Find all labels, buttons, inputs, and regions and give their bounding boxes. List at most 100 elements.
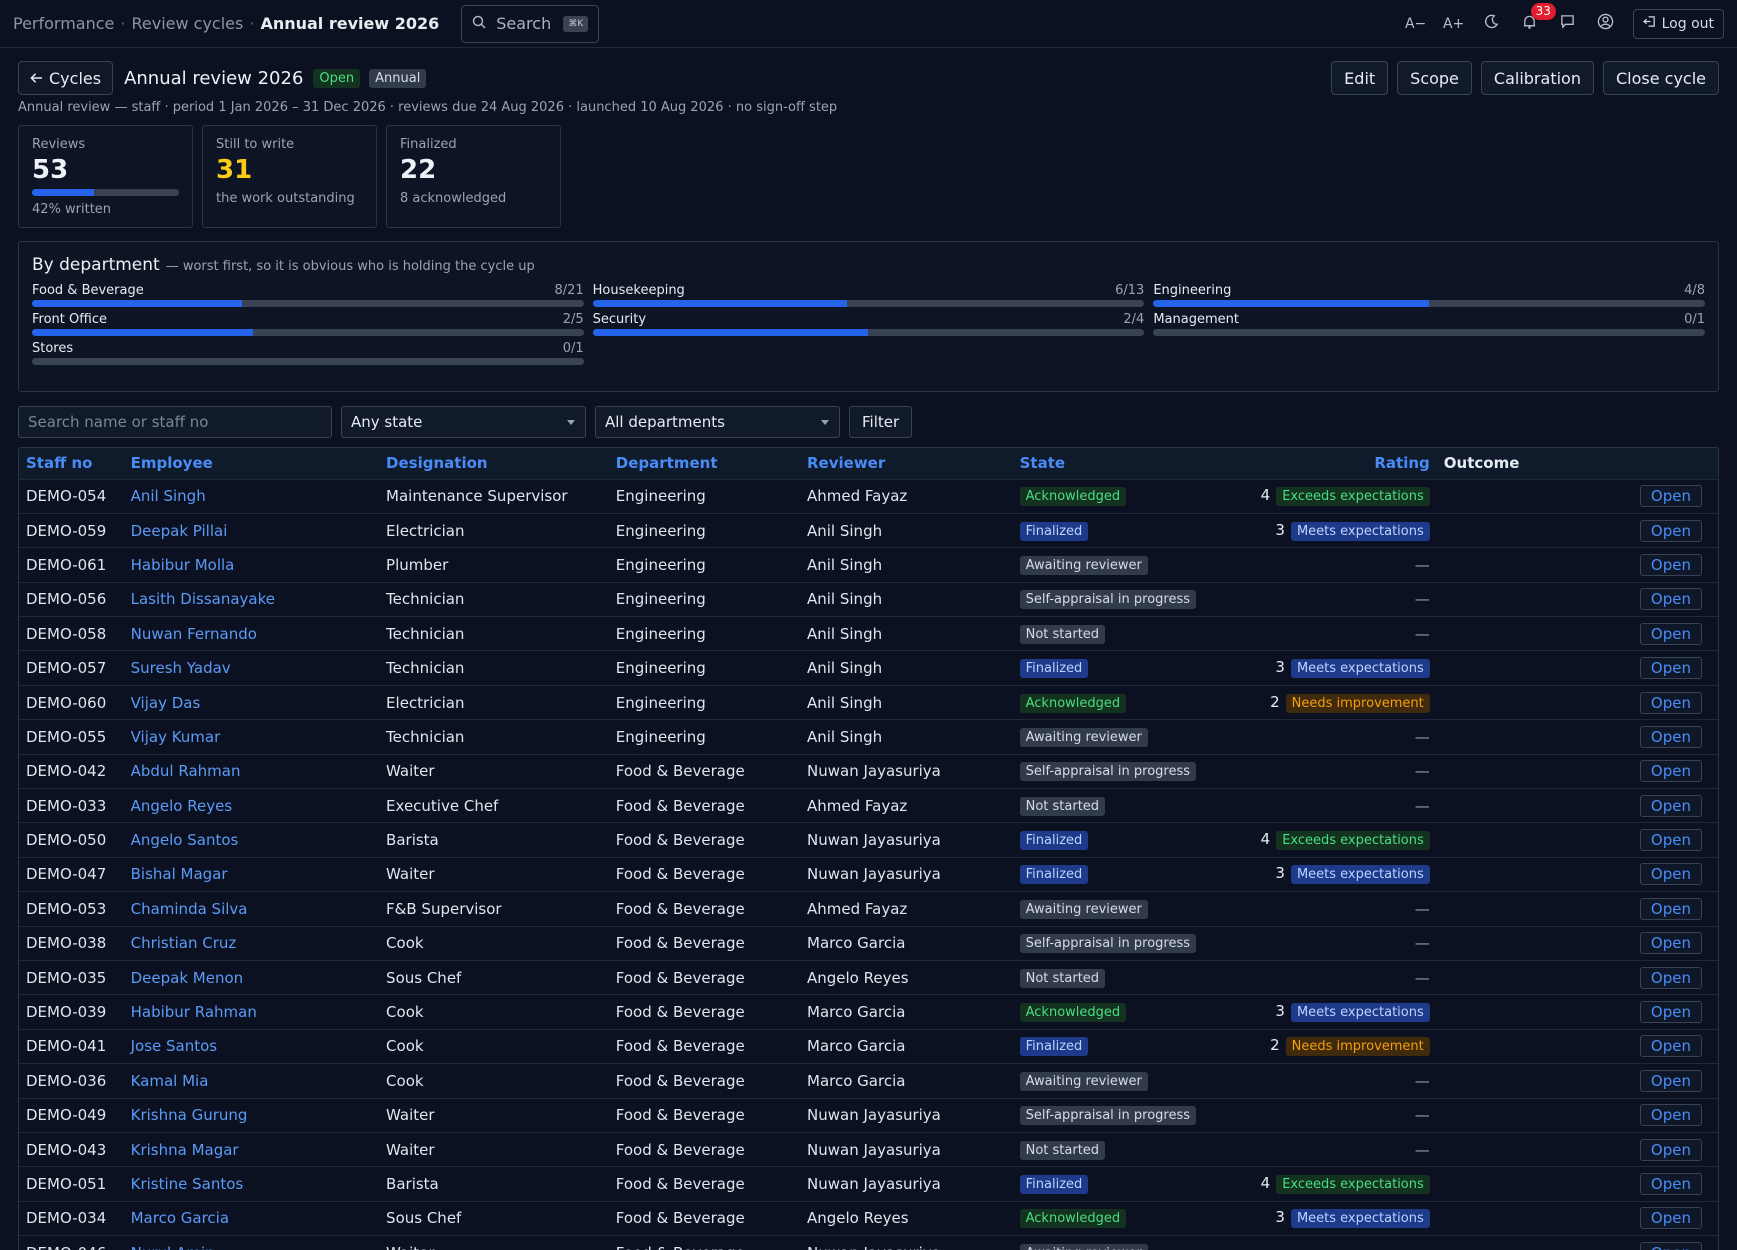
open-review-button[interactable]: Open <box>1639 588 1702 611</box>
cell-department: Food & Beverage <box>615 1037 745 1056</box>
cell-department: Food & Beverage <box>615 1175 745 1193</box>
cell-employee-link[interactable]: Krishna Gurung <box>124 1098 379 1132</box>
cell-employee-link[interactable]: Kamal Mia <box>124 1064 379 1098</box>
cell-employee-link[interactable]: Lasith Dissanayake <box>124 582 379 616</box>
open-review-button[interactable]: Open <box>1639 691 1702 714</box>
state-select[interactable]: Any state <box>341 406 586 438</box>
column-header-state[interactable]: State <box>1013 448 1224 479</box>
cell-employee-link[interactable]: Deepak Menon <box>124 960 379 994</box>
open-review-button[interactable]: Open <box>1639 485 1702 508</box>
open-review-button[interactable]: Open <box>1639 794 1702 817</box>
department-row: Stores 0/1 <box>32 341 584 356</box>
cell-employee-link[interactable]: Kristine Santos <box>124 1167 379 1201</box>
department-progress-item: Stores 0/1 <box>32 341 584 365</box>
open-review-button[interactable]: Open <box>1639 932 1702 955</box>
cell-employee-link[interactable]: Habibur Molla <box>124 548 379 582</box>
open-review-button[interactable]: Open <box>1639 760 1702 783</box>
cell-designation: Barista <box>386 1175 439 1193</box>
scope-button[interactable]: Scope <box>1397 61 1472 95</box>
column-header-department[interactable]: Department <box>609 448 800 479</box>
cell-state: Finalized <box>1013 1029 1224 1063</box>
column-header-rating[interactable]: Rating <box>1224 448 1437 479</box>
cell-employee-link[interactable]: Suresh Yadav <box>124 651 379 685</box>
chat-icon <box>1560 14 1575 33</box>
global-search-button[interactable]: Search ⌘K <box>461 4 600 43</box>
open-review-button[interactable]: Open <box>1639 1242 1702 1250</box>
close-cycle-button[interactable]: Close cycle <box>1602 61 1719 95</box>
open-review-button[interactable]: Open <box>1639 966 1702 989</box>
back-to-cycles-button[interactable]: Cycles <box>18 61 114 95</box>
cell-employee-link[interactable]: Angelo Reyes <box>124 789 379 823</box>
cell-employee-link[interactable]: Chaminda Silva <box>124 892 379 926</box>
cell-designation: Plumber <box>386 555 449 574</box>
open-review-button[interactable]: Open <box>1639 519 1702 542</box>
department-count: 8/21 <box>554 283 584 298</box>
column-header-designation[interactable]: Designation <box>379 448 609 479</box>
cell-state: Finalized <box>1013 1167 1224 1201</box>
column-header-employee[interactable]: Employee <box>124 448 379 479</box>
open-review-button[interactable]: Open <box>1639 1035 1702 1058</box>
cell-employee-link[interactable]: Christian Cruz <box>124 926 379 960</box>
cell-designation: Technician <box>386 590 465 609</box>
user-circle-icon <box>1597 13 1614 34</box>
cell-state: Not started <box>1013 617 1224 651</box>
cell-employee-link[interactable]: Habibur Rahman <box>124 995 379 1029</box>
cell-staff-no: DEMO-035 <box>26 968 107 987</box>
cell-employee-link[interactable]: Vijay Das <box>124 685 379 719</box>
cell-designation: Waiter <box>379 1236 609 1250</box>
notifications-button[interactable]: 33 <box>1511 2 1556 39</box>
filter-button[interactable]: Filter <box>849 406 913 438</box>
font-larger-button[interactable]: A+ <box>1435 9 1473 39</box>
cell-outcome <box>1437 789 1633 823</box>
cell-state: Self-appraisal in progress <box>1013 1098 1224 1132</box>
open-review-button[interactable]: Open <box>1639 863 1702 886</box>
open-review-button[interactable]: Open <box>1639 1207 1702 1230</box>
cell-employee-link[interactable]: Krishna Magar <box>124 1132 379 1166</box>
cell-employee-link[interactable]: Nuwan Fernando <box>124 617 379 651</box>
cell-employee-link[interactable]: Angelo Santos <box>124 823 379 857</box>
open-review-button[interactable]: Open <box>1639 829 1702 852</box>
open-review-button[interactable]: Open <box>1639 622 1702 645</box>
open-review-button[interactable]: Open <box>1639 1173 1702 1195</box>
open-review-button[interactable]: Open <box>1639 897 1702 920</box>
cell-employee-link[interactable]: Nurul Amin <box>124 1236 379 1250</box>
open-review-button[interactable]: Open <box>1639 725 1702 748</box>
cell-employee-link[interactable]: Anil Singh <box>124 479 379 513</box>
theme-toggle-button[interactable] <box>1473 9 1511 39</box>
open-review-button[interactable]: Open <box>1639 1138 1702 1161</box>
open-review-button[interactable]: Open <box>1639 553 1702 576</box>
calibration-button[interactable]: Calibration <box>1480 61 1594 95</box>
rating-empty: — <box>1414 762 1430 781</box>
column-header-reviewer[interactable]: Reviewer <box>800 448 1013 479</box>
header-actions: Edit Scope Calibration Close cycle <box>1331 61 1719 95</box>
state-badge: Self-appraisal in progress <box>1019 762 1197 782</box>
edit-button[interactable]: Edit <box>1331 61 1389 95</box>
cell-staff-no: DEMO-046 <box>19 1236 124 1250</box>
cell-employee-link[interactable]: Deepak Pillai <box>124 513 379 547</box>
open-review-button[interactable]: Open <box>1639 1001 1702 1024</box>
staff-search-input[interactable] <box>18 406 332 438</box>
logout-button[interactable]: Log out <box>1632 8 1724 39</box>
cell-employee-link[interactable]: Jose Santos <box>124 1029 379 1063</box>
cell-employee-link[interactable]: Vijay Kumar <box>124 720 379 754</box>
column-header-staff-no[interactable]: Staff no <box>19 448 124 479</box>
cell-action: Open <box>1633 960 1718 994</box>
breadcrumb-performance[interactable]: Performance <box>13 14 114 33</box>
cell-staff-no: DEMO-042 <box>26 762 107 781</box>
rating-empty: — <box>1414 555 1430 574</box>
cell-department: Food & Beverage <box>615 796 745 815</box>
cell-employee-link[interactable]: Abdul Rahman <box>124 754 379 788</box>
cell-employee-link[interactable]: Bishal Magar <box>124 857 379 891</box>
open-review-button[interactable]: Open <box>1639 657 1702 680</box>
department-name: Management <box>1153 312 1239 327</box>
breadcrumb-review-cycles[interactable]: Review cycles <box>131 14 243 33</box>
cycle-type-badge: Annual <box>369 68 427 88</box>
font-smaller-button[interactable]: A− <box>1397 9 1435 39</box>
account-button[interactable] <box>1587 9 1625 39</box>
department-select[interactable]: All departments <box>595 406 840 438</box>
moon-icon <box>1484 14 1499 33</box>
cell-employee-link[interactable]: Marco Garcia <box>124 1201 379 1235</box>
feedback-button[interactable] <box>1549 9 1587 39</box>
open-review-button[interactable]: Open <box>1639 1104 1702 1127</box>
open-review-button[interactable]: Open <box>1639 1069 1702 1092</box>
